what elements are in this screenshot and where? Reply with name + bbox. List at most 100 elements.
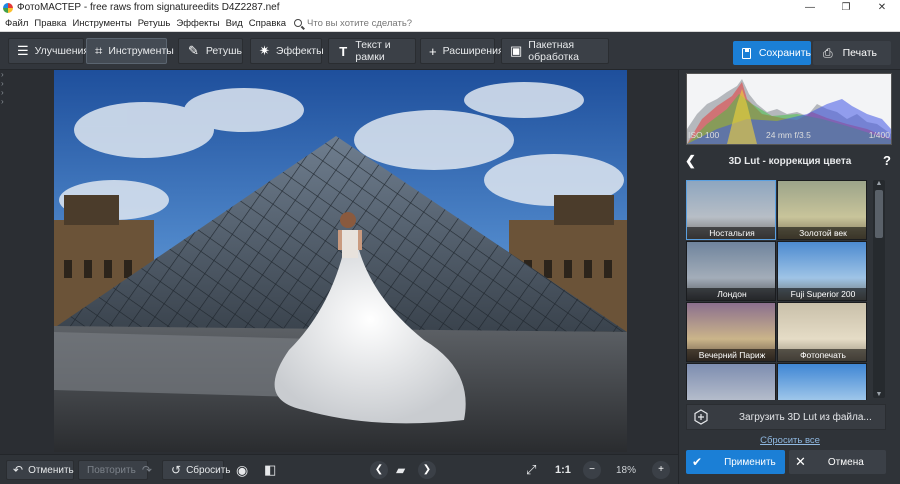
scrollbar-thumb[interactable]: [875, 190, 883, 238]
photo-preview[interactable]: [54, 70, 627, 452]
reset-label: Сбросить: [186, 464, 231, 476]
panel-title: 3D Lut - коррекция цвета: [728, 156, 852, 167]
lut-preset-grid: Ностальгия Золотой век Лондон Fuji Super…: [686, 180, 867, 400]
scroll-up-icon[interactable]: ▲: [873, 180, 885, 187]
menu-file[interactable]: Файл: [5, 18, 28, 29]
compare-icon[interactable]: ◧: [264, 460, 276, 480]
lut-preset-nostalgia[interactable]: Ностальгия: [686, 180, 776, 240]
load-lut-button[interactable]: Загрузить 3D Lut из файла...: [686, 404, 886, 430]
lut-preset-label: Золотой век: [778, 227, 866, 239]
floppy-icon: [742, 47, 751, 59]
lens-value: 24 mm f/3.5: [766, 130, 811, 140]
shutter-value: 1/400: [868, 130, 890, 140]
menu-effects[interactable]: Эффекты: [176, 18, 219, 29]
reset-icon: ↺: [171, 463, 182, 477]
lut-preset-evening-paris[interactable]: Вечерний Париж: [686, 302, 776, 362]
zoom-one-to-one-button[interactable]: 1:1: [555, 460, 571, 480]
minimize-icon[interactable]: —: [792, 0, 828, 15]
undo-label: Отменить: [28, 464, 74, 476]
main-toolbar: ☰ Улучшения ⌗ Инструменты ✎ Ретушь ✷ Эфф…: [0, 32, 900, 70]
cancel-button[interactable]: ✕ Отмена: [789, 450, 886, 474]
folder-icon[interactable]: ▰: [396, 460, 405, 480]
lut-preset-fuji-superior-200[interactable]: Fuji Superior 200: [777, 241, 867, 301]
bottom-bar: ↶ Отменить Повторить ↷ ↺ Сбросить ◉ ◧ ❮ …: [0, 454, 678, 484]
prev-image-icon[interactable]: ❮: [370, 461, 388, 479]
tab-tools[interactable]: ⌗ Инструменты: [86, 38, 174, 64]
scroll-down-icon[interactable]: ▼: [873, 391, 885, 398]
window-title: ФотоМАСТЕР - free raws from signatureedi…: [17, 2, 280, 13]
tab-label: Эффекты: [275, 45, 324, 57]
menu-tools[interactable]: Инструменты: [72, 18, 131, 29]
redo-label: Повторить: [87, 464, 136, 476]
tab-label: Улучшения: [34, 45, 90, 57]
next-image-icon[interactable]: ❯: [418, 461, 436, 479]
text-icon: T: [339, 43, 348, 59]
undo-button[interactable]: ↶ Отменить: [6, 460, 74, 480]
menu-retouch[interactable]: Ретушь: [138, 18, 171, 29]
search-box[interactable]: Что вы хотите сделать?: [294, 18, 412, 29]
maximize-icon[interactable]: ❐: [828, 0, 864, 15]
eye-icon[interactable]: ◉: [236, 460, 248, 480]
zoom-value[interactable]: 18%: [606, 460, 646, 480]
chevron-right-icon: ›: [1, 97, 4, 106]
canvas-area: [8, 70, 676, 454]
reset-all-link[interactable]: Сбросить все: [679, 435, 900, 446]
reset-button[interactable]: ↺ Сбросить: [162, 460, 231, 480]
print-button[interactable]: ⎙ Печать: [813, 41, 891, 65]
menu-edit[interactable]: Правка: [34, 18, 66, 29]
search-placeholder: Что вы хотите сделать?: [307, 17, 413, 29]
title-bar: ФотоМАСТЕР - free raws from signatureedi…: [0, 0, 900, 15]
lut-preset-london[interactable]: Лондон: [686, 241, 776, 301]
plus-icon: +: [429, 43, 437, 59]
tab-enhancements[interactable]: ☰ Улучшения: [8, 38, 89, 64]
exif-info: ISO 100 24 mm f/3.5 1/400: [686, 130, 892, 145]
lut-header: ❮ 3D Lut - коррекция цвета ?: [679, 153, 900, 170]
lut-preset-label: Ностальгия: [687, 227, 775, 239]
right-panel: ISO 100 24 mm f/3.5 1/400 ❮ 3D Lut - кор…: [678, 70, 900, 484]
app-logo-icon: [3, 2, 13, 13]
tab-retouch[interactable]: ✎ Ретушь: [178, 38, 243, 64]
tab-label: Ретушь: [205, 45, 242, 57]
close-icon[interactable]: ✕: [864, 0, 900, 15]
tab-extensions[interactable]: + Расширения: [420, 38, 504, 64]
lut-preset-7[interactable]: [686, 363, 776, 400]
tab-label: Инструменты: [108, 45, 174, 57]
sparkle-icon: ✷: [259, 43, 270, 58]
lut-preset-label: Fuji Superior 200: [778, 288, 866, 300]
sliders-icon: ☰: [17, 43, 29, 58]
tab-label: Расширения: [442, 45, 504, 57]
print-label: Печать: [842, 47, 878, 59]
load-lut-icon: [693, 409, 709, 425]
lut-preset-label: Лондон: [687, 288, 775, 300]
tab-batch-processing[interactable]: ▣ Пакетная обработка: [501, 38, 609, 64]
tab-text-frames[interactable]: T Текст и рамки: [328, 38, 416, 64]
tab-effects[interactable]: ✷ Эффекты: [250, 38, 324, 64]
checkmark-icon: ✔: [692, 455, 703, 469]
chevron-right-icon: ›: [1, 88, 4, 97]
save-label: Сохранить: [758, 47, 811, 59]
zoom-out-icon[interactable]: −: [583, 461, 601, 479]
printer-icon: ⎙: [823, 45, 833, 60]
redo-icon: ↷: [141, 463, 152, 477]
zoom-in-icon[interactable]: +: [652, 461, 670, 479]
lut-preset-photo-print[interactable]: Фотопечать: [777, 302, 867, 362]
fit-screen-icon[interactable]: ⤢: [526, 460, 536, 480]
left-panel-toggle[interactable]: › › › ›: [0, 70, 8, 454]
apply-button[interactable]: ✔ Применить: [686, 450, 785, 474]
brush-icon: ✎: [187, 43, 199, 58]
save-button[interactable]: Сохранить: [733, 41, 811, 65]
lut-preset-golden-age[interactable]: Золотой век: [777, 180, 867, 240]
iso-value: ISO 100: [688, 130, 720, 140]
apply-label: Применить: [724, 456, 776, 468]
search-icon: [294, 19, 303, 27]
lut-scrollbar[interactable]: ▲ ▼: [873, 180, 885, 398]
close-icon: ✕: [795, 454, 806, 469]
help-icon[interactable]: ?: [883, 153, 891, 168]
menu-view[interactable]: Вид: [226, 18, 243, 29]
chevron-right-icon: ›: [1, 70, 4, 79]
lut-preset-label: Фотопечать: [778, 349, 866, 361]
crop-icon: ⌗: [95, 43, 103, 58]
menu-help[interactable]: Справка: [249, 18, 286, 29]
lut-preset-8[interactable]: [777, 363, 867, 400]
redo-button[interactable]: Повторить ↷: [78, 460, 152, 480]
